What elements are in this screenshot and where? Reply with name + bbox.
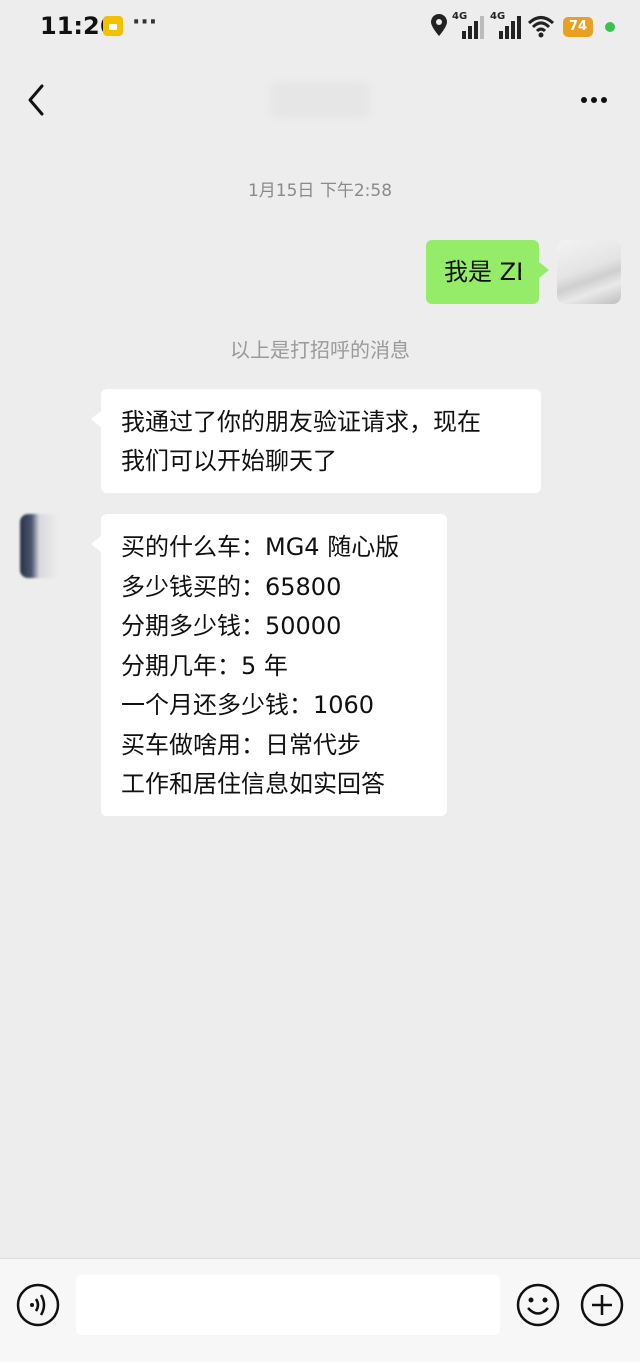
question-line: 买车做啥用：日常代步 <box>121 730 361 759</box>
question-line: 工作和居住信息如实回答 <box>121 770 385 798</box>
sent-message-bubble[interactable]: 我是 ZБ <box>426 240 549 304</box>
message-text: 我是 ZБ <box>444 258 521 286</box>
voice-button[interactable] <box>16 1283 60 1327</box>
emoji-button[interactable] <box>516 1283 560 1327</box>
wifi-icon <box>527 16 555 38</box>
more-actions-button[interactable] <box>580 1283 624 1327</box>
questionnaire-bubble[interactable]: 买的什么车：MG4 随心版 多少钱买的：65800 分期多少钱：50000 分期… <box>91 514 447 816</box>
signal-icon-2 <box>499 16 521 39</box>
emoji-icon <box>516 1283 560 1327</box>
chevron-left-icon <box>28 84 44 116</box>
plus-icon <box>580 1283 624 1327</box>
message-text-line: 我们可以开始聊天了 <box>121 447 337 475</box>
message-timestamp: 1月15日 下午2:58 <box>247 181 393 201</box>
question-line: 分期多少钱：50000 <box>121 612 342 640</box>
back-button[interactable] <box>18 80 54 120</box>
chat-header <box>0 60 640 140</box>
chat-title-blurred <box>270 82 370 118</box>
voice-icon <box>16 1283 60 1327</box>
location-icon <box>431 14 447 36</box>
question-line: 分期几年：5 年 <box>121 651 288 680</box>
status-bar: 11:26 ··· 4G 4G 74 <box>0 0 640 56</box>
question-line: 一个月还多少钱：1060 <box>121 691 375 719</box>
message-text-line: 我通过了你的朋友验证请求，现在 <box>121 408 481 436</box>
system-note: 以上是打招呼的消息 <box>230 338 410 362</box>
battery-level: 74 <box>563 17 593 37</box>
lock-icon <box>103 16 123 36</box>
question-line: 买的什么车：MG4 随心版 <box>121 533 400 561</box>
more-dots-icon <box>581 97 607 103</box>
received-message-bubble[interactable]: 我通过了你的朋友验证请求，现在 我们可以开始聊天了 <box>91 389 541 493</box>
signal-icon <box>462 16 484 39</box>
more-options-button[interactable] <box>572 88 616 112</box>
message-input[interactable] <box>76 1275 500 1335</box>
contact-avatar[interactable] <box>20 514 84 578</box>
question-line: 多少钱买的：65800 <box>121 572 342 601</box>
my-avatar[interactable] <box>557 240 621 304</box>
input-bar <box>0 1258 640 1362</box>
more-notifications-icon: ··· <box>132 10 158 35</box>
charging-indicator <box>605 22 615 32</box>
